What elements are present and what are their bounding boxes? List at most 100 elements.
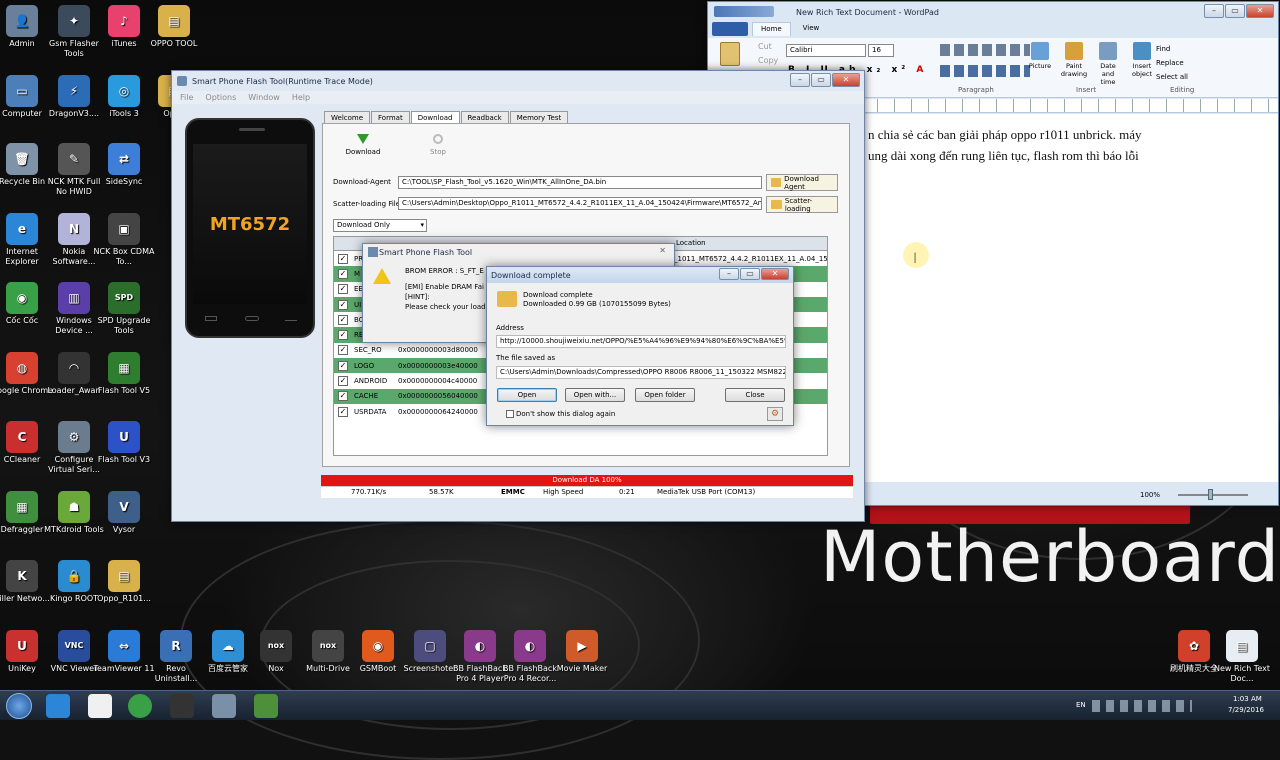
app-icon: ◉	[6, 282, 38, 314]
row-checkbox[interactable]: ✓	[338, 406, 348, 417]
dont-show-checkbox[interactable]	[506, 410, 514, 418]
zoom-slider-thumb[interactable]	[1208, 489, 1213, 500]
scatter-loading-button[interactable]: Scatter-loading	[766, 196, 838, 213]
close-button[interactable]: ✕	[761, 268, 789, 280]
open-folder-button[interactable]: Open folder	[635, 388, 695, 402]
maximize-button[interactable]: ▭	[1225, 4, 1245, 18]
insert-tool-button[interactable]: Insert object	[1128, 42, 1156, 86]
group-paragraph: Paragraph	[958, 86, 994, 94]
select-all-button[interactable]: Select all	[1156, 70, 1188, 84]
row-checkbox[interactable]: ✓	[338, 314, 348, 325]
desktop-icon[interactable]: U Flash Tool V3	[92, 421, 156, 465]
open-button[interactable]: Open	[497, 388, 557, 402]
maximize-button[interactable]: ▭	[740, 268, 760, 280]
menu-file[interactable]: File	[180, 93, 193, 102]
app-icon: 🔒	[58, 560, 90, 592]
close-button[interactable]: ✕	[1246, 4, 1274, 18]
row-checkbox[interactable]: ✓	[338, 330, 348, 341]
row-checkbox[interactable]: ✓	[338, 360, 348, 371]
insert-tool-button[interactable]: Date and time	[1094, 42, 1122, 86]
app-icon: ◉	[362, 630, 394, 662]
open-with-button[interactable]: Open with...	[565, 388, 625, 402]
taskbar-ie[interactable]	[46, 694, 70, 718]
font-size-select[interactable]: 16	[868, 44, 894, 57]
copy-button[interactable]: Copy	[758, 56, 778, 65]
desktop-icon[interactable]: ▤ New Rich Text Doc...	[1210, 630, 1274, 684]
menu-options[interactable]: Options	[205, 93, 236, 102]
font-family-select[interactable]: Calibri	[786, 44, 866, 57]
status-time: 0:21	[619, 488, 635, 496]
mode-select[interactable]: Download Only ▾	[333, 219, 427, 232]
minimize-button[interactable]: –	[1204, 4, 1224, 18]
minimize-button[interactable]: –	[790, 73, 810, 87]
start-button[interactable]	[6, 693, 32, 719]
stop-icon	[433, 134, 443, 144]
chevron-down-icon: ▾	[420, 221, 424, 229]
clock-time[interactable]: 1:03 AM	[1233, 695, 1262, 703]
desktop-icon[interactable]: ▶ Movie Maker	[550, 630, 614, 674]
scatter-file-field[interactable]: C:\Users\Admin\Desktop\Oppo_R1011_MT6572…	[398, 197, 762, 210]
dont-show-label: Don't show this dialog again	[516, 410, 616, 418]
download-toolbar-button[interactable]: Download	[345, 134, 381, 156]
close-button[interactable]: ✕	[832, 73, 860, 87]
tray-icons	[1092, 700, 1192, 712]
stop-toolbar-button[interactable]: Stop	[425, 134, 451, 156]
paste-icon[interactable]	[720, 42, 740, 66]
row-checkbox[interactable]: ✓	[338, 299, 348, 310]
taskbar-flashtool[interactable]	[254, 694, 278, 718]
close-icon[interactable]: ✕	[659, 246, 666, 255]
saved-path-field[interactable]: C:\Users\Admin\Downloads\Compressed\OPPO…	[496, 366, 786, 379]
find-button[interactable]: Find	[1156, 42, 1188, 56]
zoom-slider[interactable]	[1178, 494, 1248, 496]
insert-tool-button[interactable]: Paint drawing	[1060, 42, 1088, 86]
wordpad-file-menu-button[interactable]	[712, 22, 748, 36]
desktop-icon[interactable]: SPD SPD Upgrade Tools	[92, 282, 156, 336]
settings-icon[interactable]: ⚙	[767, 407, 783, 421]
tab-home[interactable]: Home	[752, 22, 791, 36]
language-indicator[interactable]: EN	[1076, 701, 1086, 709]
desktop-icon-label: OPPO TOOL	[150, 39, 198, 48]
document-line: n chia sẻ các ban giải pháp oppo r1011 u…	[868, 127, 1142, 142]
row-checkbox[interactable]: ✓	[338, 345, 348, 356]
desktop-icon[interactable]: V Vysor	[92, 491, 156, 535]
maximize-button[interactable]: ▭	[811, 73, 831, 87]
progress-bar: Download DA 100%	[321, 475, 853, 486]
download-agent-button[interactable]: Download Agent	[766, 174, 838, 191]
progress-text: Download DA 100%	[552, 476, 622, 484]
row-checkbox[interactable]: ✓	[338, 376, 348, 387]
cut-button[interactable]: Cut	[758, 42, 772, 51]
app-icon: ⚡	[58, 75, 90, 107]
desktop-icon[interactable]: ▣ NCK Box CDMA To...	[92, 213, 156, 267]
tab-view[interactable]: View	[795, 22, 828, 36]
taskbar-vnc[interactable]	[88, 694, 112, 718]
desktop-icon[interactable]: ▤ Oppo_R101...	[92, 560, 156, 604]
desktop-icon[interactable]: ▦ Flash Tool V5	[92, 352, 156, 396]
insert-tool-button[interactable]: Picture	[1026, 42, 1054, 86]
desktop-icon[interactable]: ⇄ SideSync	[92, 143, 156, 187]
wordpad-quick-access-icon[interactable]	[714, 6, 774, 17]
row-checkbox[interactable]: ✓	[338, 284, 348, 295]
partition-location: _1011_MT6572_4.4.2_R1011EX_11_A.04_15...	[674, 254, 828, 263]
address-label: Address	[496, 324, 524, 332]
download-agent-field[interactable]: C:\TOOL\SP_Flash_Tool_v5.1620_Win\MTK_Al…	[398, 176, 762, 189]
row-checkbox[interactable]: ✓	[338, 391, 348, 402]
partition-name: USRDATA	[354, 407, 387, 416]
menu-help[interactable]: Help	[292, 93, 310, 102]
error-dialog-title: Smart Phone Flash Tool	[379, 247, 473, 257]
app-icon: ▤	[108, 560, 140, 592]
desktop-icon[interactable]: ▤ OPPO TOOL	[142, 5, 206, 49]
clock-date[interactable]: 7/29/2016	[1228, 706, 1264, 714]
menu-window[interactable]: Window	[248, 93, 280, 102]
taskbar-coccoc[interactable]	[128, 694, 152, 718]
app-icon: ✎	[58, 143, 90, 175]
minimize-button[interactable]: –	[719, 268, 739, 280]
close-button[interactable]: Close	[725, 388, 785, 402]
insert-tool-icon	[1099, 42, 1117, 60]
taskbar-nox[interactable]	[170, 694, 194, 718]
row-checkbox[interactable]: ✓	[338, 268, 348, 279]
app-icon: VNC	[58, 630, 90, 662]
taskbar-app[interactable]	[212, 694, 236, 718]
address-field[interactable]: http://10000.shoujiweixiu.net/OPPO/%E5%A…	[496, 335, 786, 348]
replace-button[interactable]: Replace	[1156, 56, 1188, 70]
row-checkbox[interactable]: ✓	[338, 253, 348, 264]
